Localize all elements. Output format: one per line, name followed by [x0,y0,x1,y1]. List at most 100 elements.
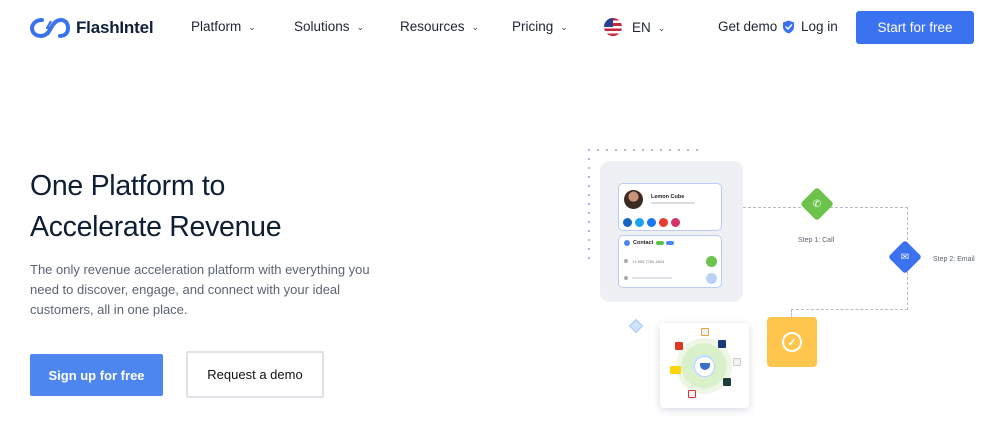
grid-dot [588,230,590,232]
chevron-down-icon: ⌄ [560,22,568,32]
step-1-label: Step 1: Call [798,237,835,244]
brand-name: FlashIntel [76,18,154,37]
connector-line [830,207,908,208]
top-navigation: FlashIntel Platform ⌄ Solutions ⌄ Resour… [0,0,995,56]
instagram-icon [671,218,680,227]
connector-line [791,309,908,310]
completed-check-card: ✓ [767,317,817,367]
nav-label: Resources [400,19,465,34]
check-icon: ✓ [782,332,802,352]
grid-dot [606,149,608,151]
hero-title-line-2: Accelerate Revenue [30,211,282,243]
grid-dot [669,149,671,151]
hero-title-line-1: One Platform to [30,170,226,202]
nav-item-resources[interactable]: Resources ⌄ [400,19,479,34]
integration-icon [718,340,726,348]
sign-up-button[interactable]: Sign up for free [30,354,163,396]
nav-item-pricing[interactable]: Pricing ⌄ [512,19,568,34]
nav-item-solutions[interactable]: Solutions ⌄ [294,19,364,34]
grid-dot [588,221,590,223]
phone-icon: ✆ [812,198,822,210]
avatar [624,190,643,209]
integrations-hub-card [660,323,749,408]
grid-dot [588,203,590,205]
chevron-down-icon: ⌄ [356,22,365,32]
tag-green [656,241,665,245]
phone-row: +1 555 7760 4624 [624,254,718,268]
hero-title: One Platform to Accelerate Revenue [30,166,282,248]
diamond-decoration [628,318,644,334]
brand-logo[interactable]: FlashIntel [30,14,154,42]
grid-dot [687,149,689,151]
hero-illustration: Lemon Cube Contact +1 555 7760 4624 ✆ St… [580,140,995,428]
grid-dot [642,149,644,151]
language-label: EN [632,19,651,35]
hero-subtitle: The only revenue acceleration platform w… [30,262,370,317]
integration-icon [701,328,709,336]
start-for-free-button[interactable]: Start for free [856,11,974,44]
connector-line [743,207,801,208]
contact-header: Contact [624,240,675,246]
grid-dot [624,149,626,151]
infinity-logo-icon [30,17,70,39]
us-flag-icon [604,18,622,36]
grid-dot [588,257,590,259]
grid-dot [597,149,599,151]
grid-dot [588,185,590,187]
request-demo-button[interactable]: Request a demo [186,351,324,398]
chevron-down-icon: ⌄ [471,22,480,32]
integration-icon [733,358,741,366]
integration-icon [688,390,696,398]
hub-core-icon [694,356,715,377]
grid-dot [615,149,617,151]
nav-label: Solutions [294,19,350,34]
grid-dot [588,239,590,241]
shield-check-icon [783,20,794,33]
language-selector[interactable]: EN ⌄ [604,18,665,36]
grid-dot [588,149,590,151]
profile-name: Lemon Cube [651,194,685,200]
email-row [624,271,718,285]
tag-blue [666,241,675,245]
step-call-node: ✆ [800,187,834,221]
grid-dot [588,212,590,214]
grid-dot [588,194,590,196]
twitter-icon [635,218,644,227]
grid-dot [588,176,590,178]
chevron-down-icon: ⌄ [657,22,666,33]
email-placeholder-line [632,277,672,279]
grid-dot [588,248,590,250]
user-icon [624,240,630,246]
grid-dot [660,149,662,151]
grid-dot [588,167,590,169]
integration-icon [675,342,683,350]
nav-label: Pricing [512,19,554,34]
phone-icon [624,259,628,263]
nav-label: Platform [191,19,242,34]
youtube-icon [659,218,668,227]
login-label: Log in [801,19,838,34]
integration-icon [670,366,681,374]
grid-dot [588,158,590,160]
linkedin-icon [623,218,632,227]
envelope-icon: ✉ [900,251,910,263]
get-demo-link[interactable]: Get demo [718,19,777,34]
social-icons [623,218,680,227]
integration-icon [723,378,731,386]
phone-number: +1 555 7760 4624 [632,258,665,264]
email-action-icon [706,272,717,284]
call-action-icon [706,255,717,267]
chevron-down-icon: ⌄ [248,22,256,32]
step-2-label: Step 2: Email [933,256,975,263]
nav-item-platform[interactable]: Platform ⌄ [191,19,256,34]
contact-label: Contact [633,240,654,246]
profile-card: Lemon Cube [618,183,722,231]
grid-dot [696,149,698,151]
facebook-icon [647,218,656,227]
grid-dot [633,149,635,151]
grid-dot [678,149,680,151]
email-icon [624,276,628,280]
profile-subtitle-line [651,202,695,204]
contact-card: Contact +1 555 7760 4624 [618,235,722,288]
login-link[interactable]: Log in [782,19,838,34]
